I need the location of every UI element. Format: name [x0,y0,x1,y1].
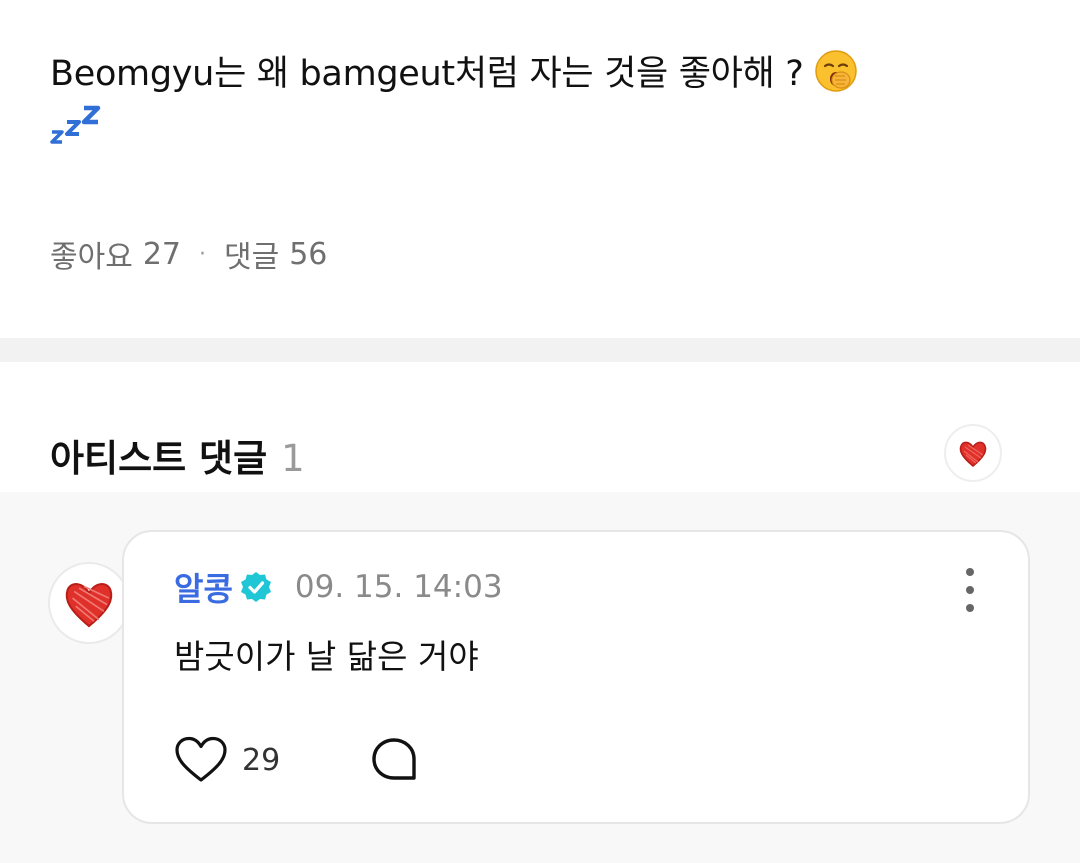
artist-comments-title-text: 아티스트 댓글 [50,437,268,480]
red-heart-avatar-icon [65,583,113,628]
comment-author[interactable]: 알콩 [174,564,233,610]
comment-actions: 29 [174,736,418,784]
avatar[interactable] [48,562,130,644]
heart-outline-icon [175,736,227,782]
yawning-face-emoji-icon [814,50,857,92]
artist-comments-count: 1 [281,437,305,480]
more-options-button[interactable] [958,568,982,612]
red-heart-icon [959,441,987,467]
post-stats: 좋아요 27 · 댓글 56 [50,232,327,276]
comment-header: 알콩 09. 15. 14:03 [174,564,503,610]
section-divider [0,338,1080,362]
stats-separator: · [199,241,206,267]
artist-comments-title: 아티스트 댓글 1 [50,428,305,482]
reply-button[interactable] [370,737,418,783]
post-body: Beomgyu는 왜 bamgeut처럼 자는 것을 좋아해 ? [50,46,1010,150]
post-text: Beomgyu는 왜 bamgeut처럼 자는 것을 좋아해 ? [50,54,804,94]
speech-bubble-icon [372,738,416,780]
comments-label: 댓글 [224,240,280,275]
more-dot-icon [966,586,974,594]
like-count: 29 [242,742,281,778]
likes-label: 좋아요 [50,240,133,275]
comment-timestamp: 09. 15. 14:03 [294,569,503,605]
like-button[interactable]: 29 [174,736,280,784]
post-section: Beomgyu는 왜 bamgeut처럼 자는 것을 좋아해 ? 좋아요 27 … [0,0,1080,338]
likes-count: 27 [142,236,181,272]
comment-text: 밤긋이가 날 닮은 거야 [174,637,479,676]
comment-card: 알콩 09. 15. 14:03 밤긋이가 날 닮은 거야 29 [122,530,1030,824]
verified-badge-icon [240,572,271,602]
zzz-emoji-icon [50,105,101,144]
artist-filter-button[interactable] [944,424,1002,482]
more-dot-icon [966,568,974,576]
comments-count: 56 [289,236,328,272]
artist-comments-section: 아티스트 댓글 1 알콩 09. 15. 14:03 밤긋이가 날 닮은 거야 [0,362,1080,863]
more-dot-icon [966,604,974,612]
